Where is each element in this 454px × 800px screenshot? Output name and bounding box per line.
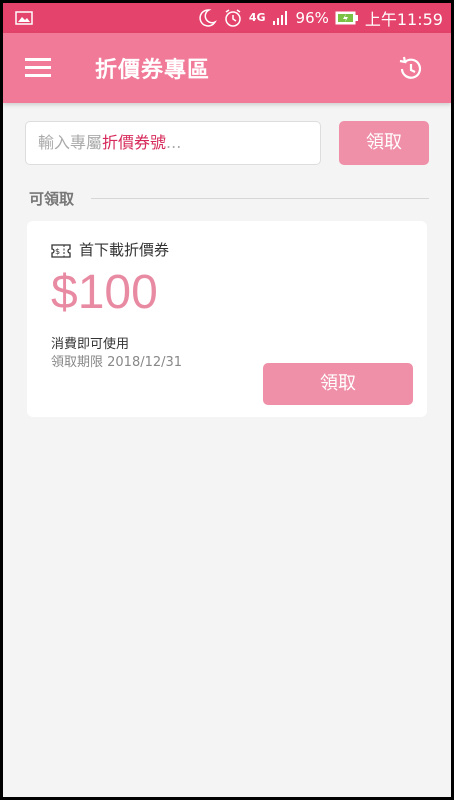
coupon-code-input[interactable]: 輸入專屬折價券號... (25, 121, 321, 165)
claim-coupon-button[interactable]: 領取 (263, 363, 413, 405)
coupon-name: 首下載折價券 (79, 241, 170, 259)
app-bar: 折價券專區 (3, 33, 451, 103)
ticket-icon: $ (51, 243, 71, 258)
network-type: 4G (248, 11, 266, 24)
svg-text:$: $ (55, 247, 60, 256)
alarm-icon (223, 8, 243, 28)
app-screen: 4G 96% 上午11:59 折價券專區 輸入專屬折價券號... 領取 可領取 (3, 3, 451, 797)
hamburger-menu-icon[interactable] (25, 55, 51, 79)
coupon-code-row: 輸入專屬折價券號... 領取 (25, 121, 429, 167)
redeem-code-button[interactable]: 領取 (339, 121, 429, 165)
image-icon (15, 11, 33, 25)
moon-icon (197, 8, 217, 28)
placeholder-accent: 折價券號 (102, 133, 167, 152)
history-icon[interactable] (397, 55, 425, 83)
coupon-condition: 消費即可使用 (51, 337, 130, 352)
coupon-card: $ 首下載折價券 $100 消費即可使用 領取期限 2018/12/31 領取 (27, 221, 427, 417)
battery-charging-icon (335, 11, 359, 25)
placeholder-prefix: 輸入專屬 (38, 133, 103, 152)
status-bar: 4G 96% 上午11:59 (3, 3, 451, 33)
available-section-header: 可領取 (29, 188, 429, 208)
signal-icon (272, 10, 290, 26)
page-title: 折價券專區 (95, 58, 211, 83)
section-label: 可領取 (29, 190, 75, 208)
section-divider (91, 198, 429, 199)
placeholder-suffix: ... (166, 133, 182, 152)
clock: 上午11:59 (364, 10, 443, 29)
coupon-amount: $100 (51, 266, 158, 319)
battery-percent: 96% (295, 9, 329, 27)
coupon-period: 領取期限 2018/12/31 (51, 355, 183, 370)
